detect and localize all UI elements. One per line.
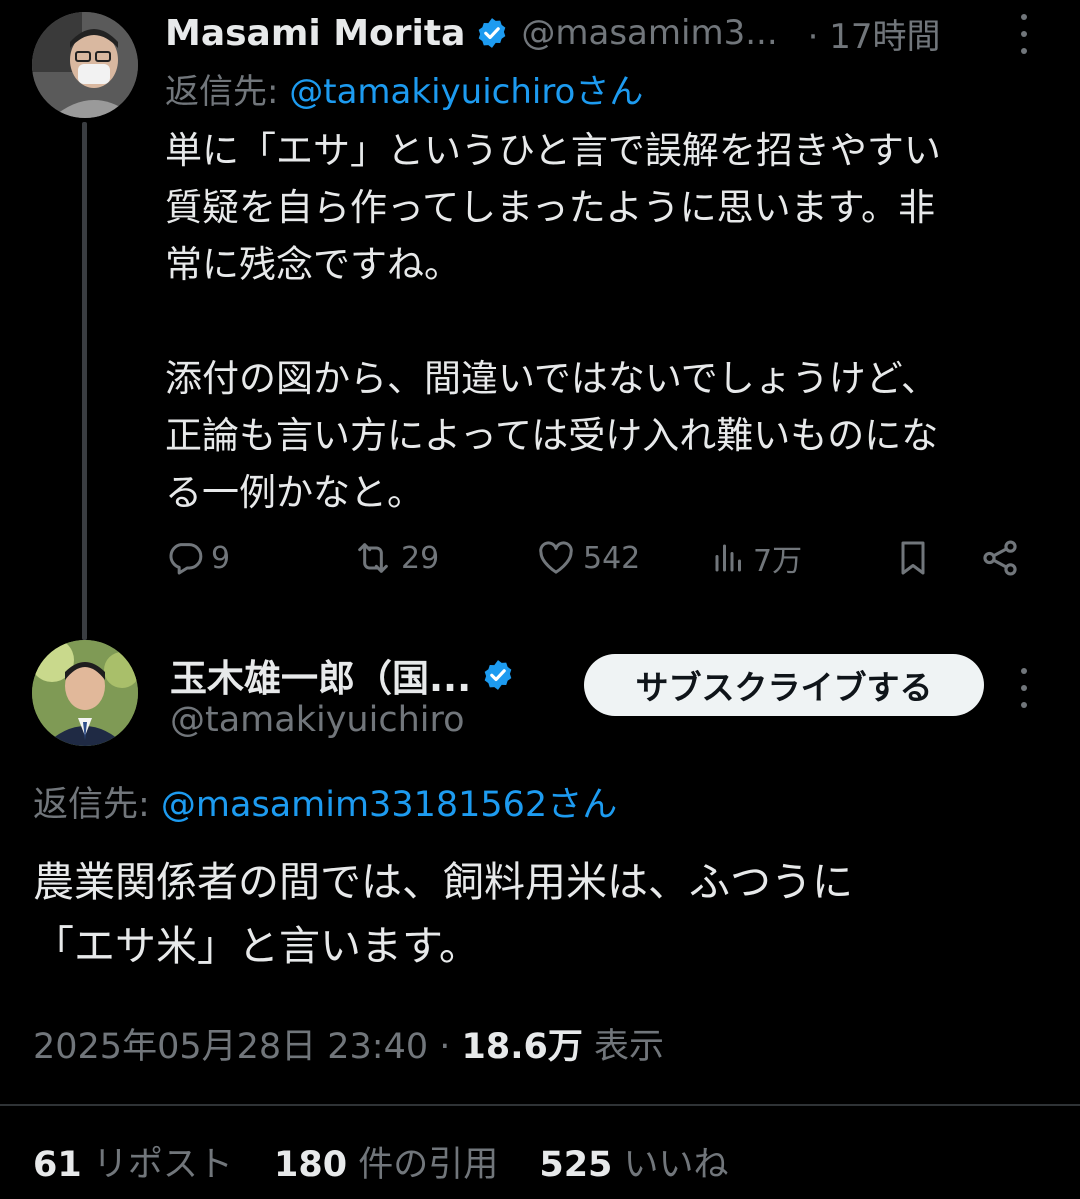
likes-stat[interactable]: 525 いいね <box>539 1145 728 1185</box>
avatar[interactable] <box>32 12 138 118</box>
quotes-label: 件の引用 <box>347 1145 499 1185</box>
more-options-icon[interactable] <box>1018 668 1030 708</box>
replying-to-mention[interactable]: @tamakiyuichiroさん <box>289 72 643 112</box>
likes-count: 525 <box>539 1145 613 1185</box>
views-count: 18.6万 <box>461 1027 583 1067</box>
replying-to-mention[interactable]: @masamim33181562さん <box>161 785 617 825</box>
repost-icon <box>358 543 388 573</box>
quotes-stat[interactable]: 180 件の引用 <box>274 1145 498 1185</box>
reply-count: 9 <box>211 540 231 576</box>
divider <box>0 1104 1080 1106</box>
replying-to-prefix: 返信先: <box>165 72 290 112</box>
replying-to: 返信先: @tamakiyuichiroさん <box>165 64 643 113</box>
avatar[interactable] <box>32 640 138 746</box>
tweet-header: Masami Morita @masamim3... · 17時間 <box>165 8 1045 58</box>
reply-button[interactable]: 9 <box>165 528 230 588</box>
reposts-stat[interactable]: 61 リポスト <box>33 1145 233 1185</box>
reply-tweet[interactable]: Masami Morita @masamim3... · 17時間 返信先: @… <box>0 0 1080 640</box>
view-count: 7万 <box>753 544 803 579</box>
reposts-count: 61 <box>33 1145 82 1185</box>
tweet-detail-page: Masami Morita @masamim3... · 17時間 返信先: @… <box>0 0 1080 1199</box>
views-label: 表示 <box>582 1027 665 1067</box>
views-icon <box>715 544 741 572</box>
handle[interactable]: @masamim3... <box>521 13 777 53</box>
replying-to: 返信先: @masamim33181562さん <box>33 776 617 827</box>
meta-separator: · <box>428 1027 462 1067</box>
tweet-text: 農業関係者の間では、飼料用米は、ふつうに 「エサ米」と言います。 <box>33 858 853 970</box>
timestamp[interactable]: · 17時間 <box>808 9 941 58</box>
reposts-label: リポスト <box>81 1145 233 1185</box>
display-name[interactable]: Masami Morita <box>165 13 465 54</box>
like-icon <box>539 541 573 574</box>
replying-to-prefix: 返信先: <box>33 785 161 825</box>
tweet-meta: 2025年05月28日 23:40 · 18.6万 表示 <box>33 1018 664 1069</box>
more-options-icon[interactable] <box>1018 14 1030 54</box>
bookmark-icon <box>901 541 925 575</box>
main-display-name-row: 玉木雄一郎（国... <box>170 650 515 700</box>
subscribe-button[interactable]: サブスクライブする <box>584 654 984 716</box>
share-icon <box>983 540 1017 576</box>
engagement-stats: 61 リポスト 180 件の引用 525 いいね <box>33 1136 759 1187</box>
share-button[interactable] <box>979 528 1021 588</box>
verified-badge-icon <box>481 658 515 692</box>
bookmark-button[interactable] <box>893 528 933 588</box>
repost-count: 29 <box>401 540 440 576</box>
display-name[interactable]: 玉木雄一郎（国... <box>170 648 471 702</box>
verified-badge-icon <box>475 16 509 50</box>
views-button[interactable]: 7万 <box>711 528 802 588</box>
likes-label: いいね <box>612 1145 729 1185</box>
tweet-text: 単に「エサ」というひと言で誤解を招きやすい 質疑を自ら作ってしまったように思いま… <box>165 129 941 514</box>
like-count: 542 <box>583 540 641 576</box>
repost-button[interactable]: 29 <box>351 528 439 588</box>
thread-line <box>82 122 87 640</box>
post-timestamp[interactable]: 2025年05月28日 23:40 <box>33 1027 428 1067</box>
tweet-actions: 9 29 542 7万 <box>165 528 1035 588</box>
reply-icon <box>169 543 203 575</box>
handle[interactable]: @tamakiyuichiro <box>170 700 465 740</box>
quotes-count: 180 <box>274 1145 348 1185</box>
like-button[interactable]: 542 <box>535 528 640 588</box>
